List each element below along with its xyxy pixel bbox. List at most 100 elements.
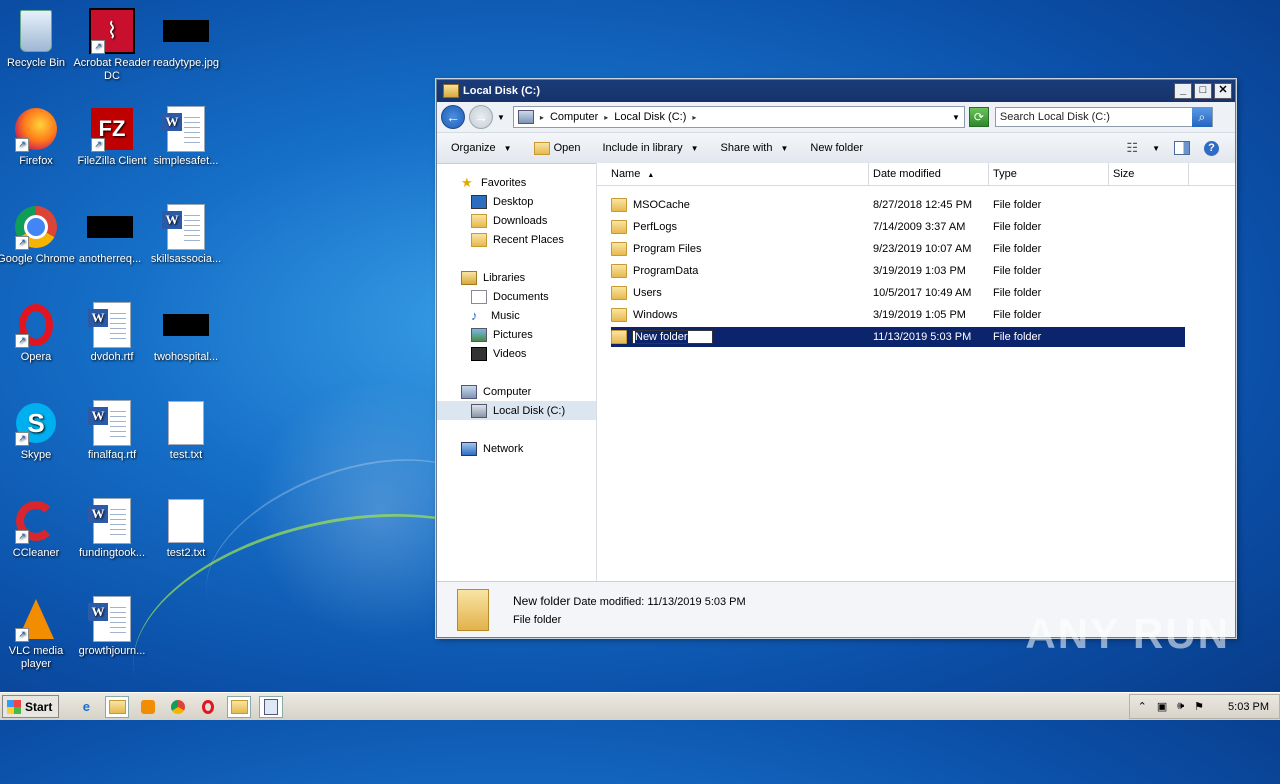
desktop-icon-label: skillsassocia... xyxy=(150,253,222,265)
computer-icon xyxy=(461,384,477,399)
breadcrumb-separator-icon: ▸ xyxy=(604,112,609,122)
desktop-icon-skillsassocia[interactable]: W skillsassocia... xyxy=(146,204,226,266)
folder-icon xyxy=(533,141,550,155)
star-icon: ★ xyxy=(461,174,473,190)
start-button[interactable]: Start xyxy=(2,695,60,718)
back-button[interactable]: ← xyxy=(441,105,465,129)
desktop-icon-recycle-bin[interactable]: Recycle Bin xyxy=(0,8,76,70)
desktop-icon-twohospital[interactable]: twohospital... xyxy=(146,302,226,364)
ie-icon[interactable]: e xyxy=(75,697,97,717)
desktop-icon-chrome[interactable]: ↗ Google Chrome xyxy=(0,204,76,266)
close-button[interactable]: ✕ xyxy=(1214,83,1232,99)
rename-input[interactable]: New folder xyxy=(632,330,713,344)
image-file-icon xyxy=(163,302,209,348)
sort-up-icon: ▲ xyxy=(647,172,655,179)
nav-libraries[interactable]: Libraries xyxy=(437,268,596,287)
organize-button[interactable]: Organize ▼ xyxy=(451,142,512,154)
table-row-selected[interactable]: New folder 11/13/2019 5:03 PM File folder xyxy=(611,327,1185,347)
maximize-button[interactable]: □ xyxy=(1194,83,1212,99)
nav-downloads[interactable]: Downloads xyxy=(437,211,596,230)
nav-network[interactable]: Network xyxy=(437,439,596,458)
media-player-icon[interactable] xyxy=(137,697,159,717)
nav-music[interactable]: ♪ Music xyxy=(437,306,596,325)
recent-places-icon xyxy=(471,232,487,247)
column-header-size[interactable]: Size xyxy=(1109,163,1189,185)
column-header-name[interactable]: Name ▲ xyxy=(597,163,869,185)
nav-computer[interactable]: Computer xyxy=(437,382,596,401)
desktop-icon-label: Recycle Bin xyxy=(6,57,66,69)
file-list: Name ▲ Date modified Type Size MSOCache 8… xyxy=(597,163,1235,582)
forward-button[interactable]: → xyxy=(469,105,493,129)
desktop-icon-test-txt[interactable]: test.txt xyxy=(146,400,226,462)
include-in-library-button[interactable]: Include in library ▼ xyxy=(602,142,698,154)
desktop-icon-test2-txt[interactable]: test2.txt xyxy=(146,498,226,560)
recent-pages-icon[interactable]: ▼ xyxy=(497,113,505,122)
desktop-icon-filezilla[interactable]: FZ ↗ FileZilla Client xyxy=(72,106,152,168)
help-icon[interactable]: ? xyxy=(1204,140,1219,156)
desktop-icon-skype[interactable]: S ↗ Skype xyxy=(0,400,76,462)
documents-icon xyxy=(471,289,487,304)
nav-label: Videos xyxy=(493,347,527,360)
nav-desktop[interactable]: Desktop xyxy=(437,192,596,211)
chrome-icon[interactable] xyxy=(167,697,189,717)
opera-icon[interactable] xyxy=(197,697,219,717)
breadcrumb-computer[interactable]: Computer xyxy=(550,111,598,123)
desktop-icon-dvdoh[interactable]: W dvdoh.rtf xyxy=(72,302,152,364)
table-row[interactable]: PerfLogs 7/14/2009 3:37 AM File folder xyxy=(611,217,1185,237)
column-header-date[interactable]: Date modified xyxy=(869,163,989,185)
desktop-icon-opera[interactable]: ↗ Opera xyxy=(0,302,76,364)
explorer-icon[interactable] xyxy=(105,695,130,718)
search-icon[interactable]: ⌕ xyxy=(1191,107,1212,127)
clock[interactable]: 5:03 PM xyxy=(1228,701,1269,713)
table-row[interactable]: MSOCache 8/27/2018 12:45 PM File folder xyxy=(611,195,1185,215)
desktop-icon-simplesafet[interactable]: W simplesafet... xyxy=(146,106,226,168)
search-input[interactable]: Search Local Disk (C:) ⌕ xyxy=(994,107,1213,127)
nav-pictures[interactable]: Pictures xyxy=(437,325,596,344)
address-dropdown-icon[interactable]: ▼ xyxy=(952,113,960,122)
action-center-flag-icon[interactable]: ⚑ xyxy=(1194,700,1204,713)
table-row[interactable]: Users 10/5/2017 10:49 AM File folder xyxy=(611,283,1185,303)
downloads-icon xyxy=(471,213,487,228)
desktop-icon-acrobat[interactable]: ⌇ ↗ Acrobat Reader DC xyxy=(72,8,152,83)
desktop-icon-readytype[interactable]: readytype.jpg xyxy=(146,8,226,70)
pictures-icon xyxy=(471,327,487,342)
network-tray-icon[interactable]: ▣ xyxy=(1157,700,1167,713)
taskbar: Start e ⌃ ▣ 🕪 ⚑ 5:03 PM xyxy=(0,692,1280,720)
view-options-icon[interactable]: ☷ xyxy=(1126,140,1138,156)
recycle-bin-icon xyxy=(13,8,59,54)
file-name: Users xyxy=(633,287,662,299)
preview-pane-icon[interactable] xyxy=(1174,141,1190,155)
share-with-button[interactable]: Share with ▼ xyxy=(721,142,789,154)
nav-videos[interactable]: Videos xyxy=(437,344,596,363)
nav-recent-places[interactable]: Recent Places xyxy=(437,230,596,249)
desktop-icon-growthjourn[interactable]: W growthjourn... xyxy=(72,596,152,658)
folder-window-icon[interactable] xyxy=(227,695,252,718)
window-titlebar[interactable]: Local Disk (C:) _ □ ✕ xyxy=(437,80,1235,102)
desktop-icon-firefox[interactable]: ↗ Firefox xyxy=(0,106,76,168)
desktop-icon-fundingtook[interactable]: W fundingtook... xyxy=(72,498,152,560)
minimize-button[interactable]: _ xyxy=(1174,83,1192,99)
nav-favorites[interactable]: ★ Favorites xyxy=(437,173,596,192)
open-button[interactable]: Open xyxy=(533,141,580,155)
column-header-type[interactable]: Type xyxy=(989,163,1109,185)
volume-icon[interactable]: 🕪 xyxy=(1177,700,1184,713)
desktop-icon-ccleaner[interactable]: ↗ CCleaner xyxy=(0,498,76,560)
nav-documents[interactable]: Documents xyxy=(437,287,596,306)
desktop-icon-label: finalfaq.rtf xyxy=(87,449,137,461)
desktop-icon-vlc[interactable]: ↗ VLC media player xyxy=(0,596,76,671)
desktop-icon-finalfaq[interactable]: W finalfaq.rtf xyxy=(72,400,152,462)
nav-local-disk[interactable]: Local Disk (C:) xyxy=(437,401,596,420)
table-row[interactable]: ProgramData 3/19/2019 1:03 PM File folder xyxy=(611,261,1185,281)
new-folder-button[interactable]: New folder xyxy=(810,142,863,154)
refresh-icon[interactable]: ⟳ xyxy=(968,107,989,127)
show-hidden-icons-icon[interactable]: ⌃ xyxy=(1138,700,1147,713)
desktop-icon-anotherreq[interactable]: anotherreq... xyxy=(70,204,150,266)
notepad-icon[interactable] xyxy=(259,695,284,718)
table-row[interactable]: Windows 3/19/2019 1:05 PM File folder xyxy=(611,305,1185,325)
file-type: File folder xyxy=(993,243,1042,255)
table-row[interactable]: Program Files 9/23/2019 10:07 AM File fold… xyxy=(611,239,1185,259)
chevron-down-icon[interactable]: ▼ xyxy=(1152,144,1160,153)
folder-icon xyxy=(611,308,627,322)
address-box[interactable]: ▸ Computer ▸ Local Disk (C:) ▸ ▼ xyxy=(512,106,965,128)
breadcrumb-local-disk[interactable]: Local Disk (C:) xyxy=(614,111,686,123)
